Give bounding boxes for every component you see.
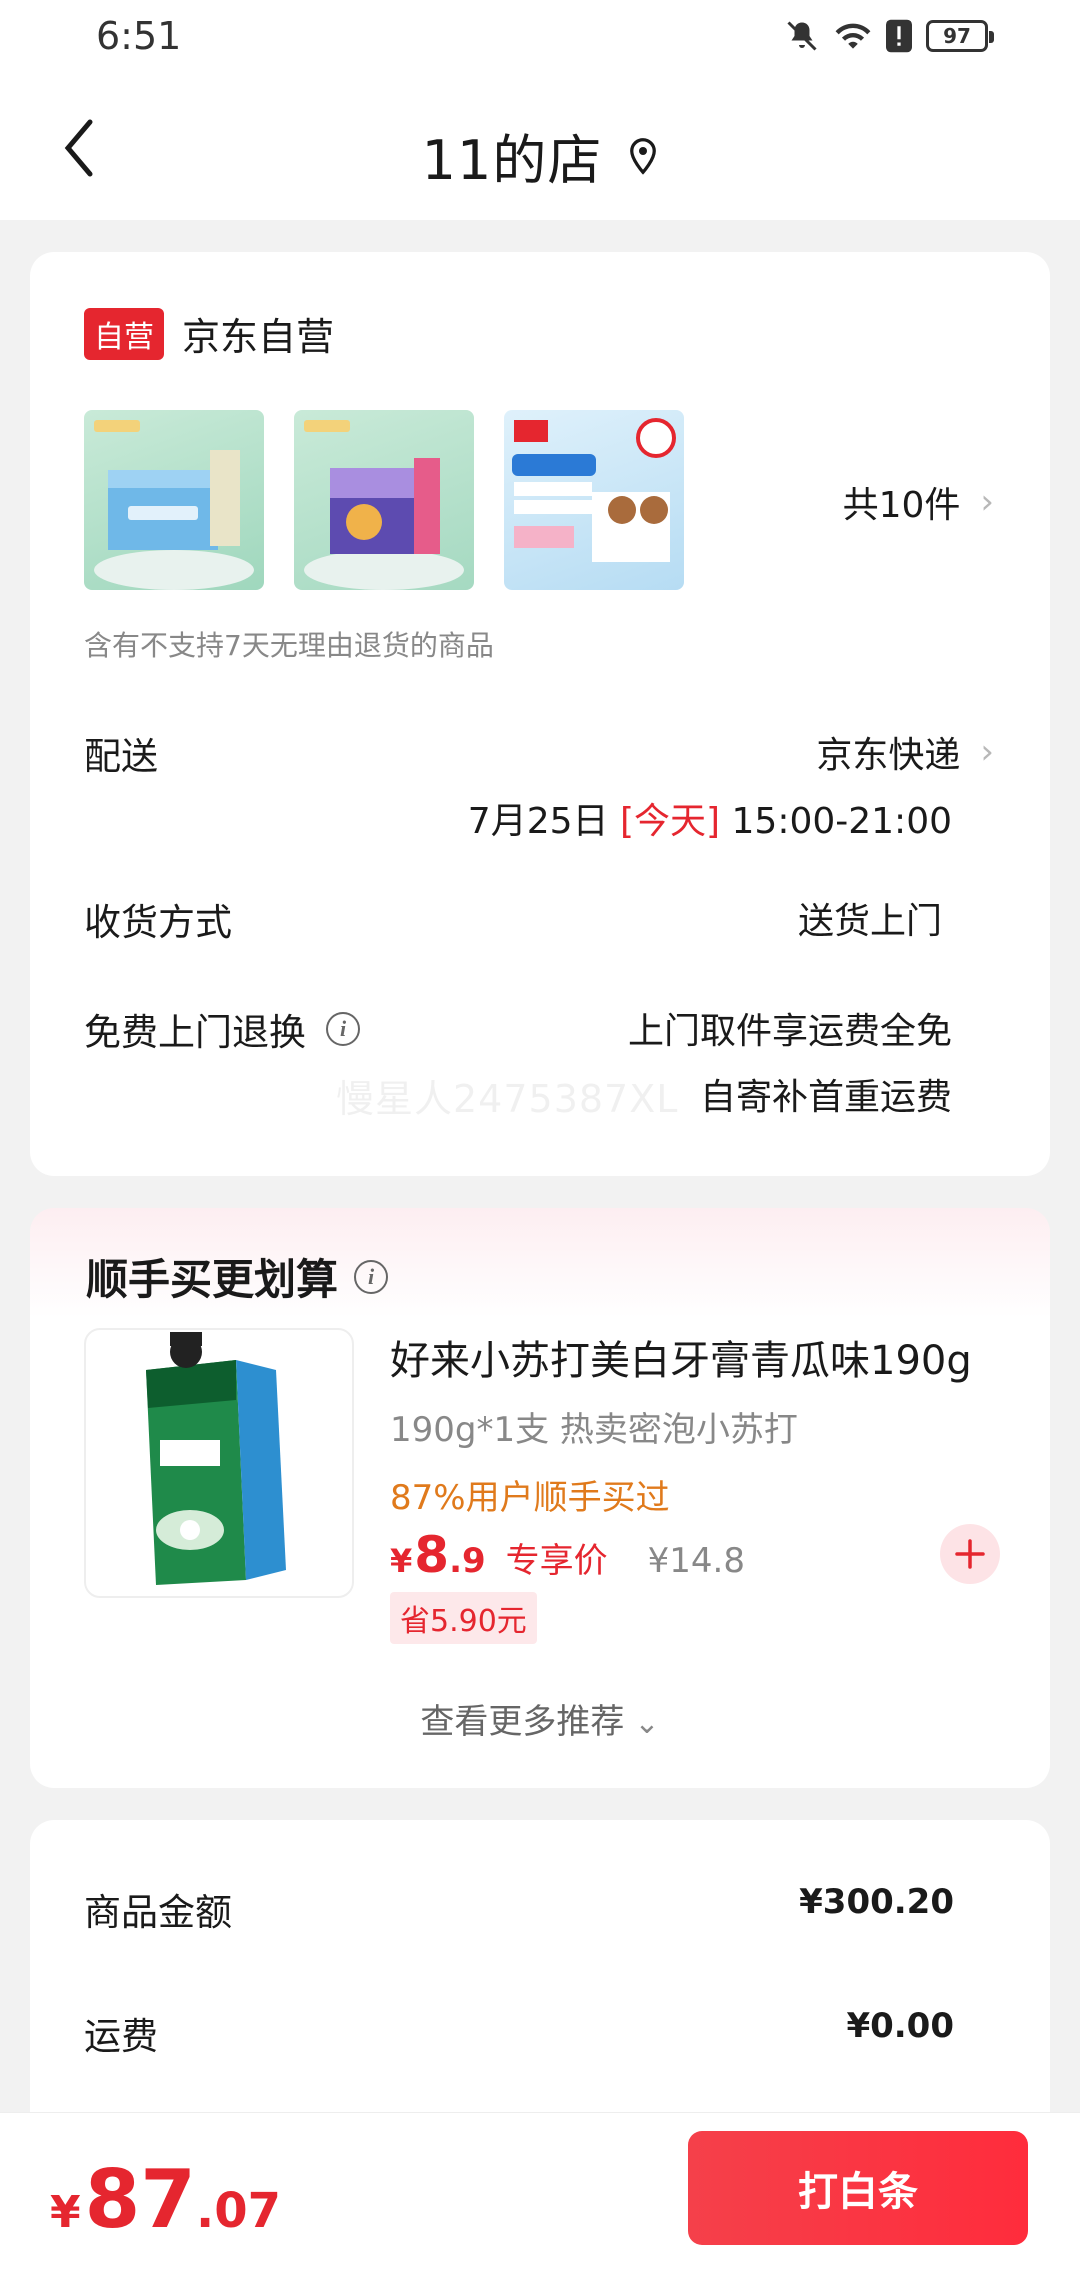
free-return-label: 免费上门退换 <box>84 1011 306 1054</box>
return-policy-note: 含有不支持7天无理由退货的商品 <box>84 629 494 662</box>
store-name: 京东自营 <box>182 315 335 359</box>
recommend-title: 顺手买更划算 <box>86 1255 339 1304</box>
store-header: 自营 京东自营 <box>84 306 334 361</box>
shipping-value: ¥0.00 <box>846 2006 954 2046</box>
receive-method-value: 送货上门 <box>797 901 942 942</box>
free-return-line2: 自寄补首重运费 <box>699 1077 952 1118</box>
total-decimal: .07 <box>195 2183 281 2239</box>
price-integer: 8 <box>414 1526 450 1584</box>
product-thumb-icecream-promo[interactable] <box>504 410 684 590</box>
receive-method-row[interactable]: 收货方式 送货上门 <box>84 892 994 946</box>
add-to-cart-button[interactable] <box>940 1524 1000 1584</box>
alert-icon <box>886 19 912 53</box>
delivery-time: 7月25日 [今天] 15:00-21:00 <box>468 792 952 844</box>
watermark: 慢星人2475387XL <box>336 1077 679 1121</box>
goods-amount-value: ¥300.20 <box>799 1882 954 1922</box>
nav-bar: 11的店 <box>0 76 1080 220</box>
item-count: 共10件 <box>842 485 961 526</box>
product-thumb-icecream-box[interactable] <box>294 410 474 590</box>
total-symbol: ¥ <box>50 2187 81 2238</box>
shipping-row: 运费 ¥0.00 <box>84 2006 954 2060</box>
delivery-date: 7月25日 <box>467 801 609 842</box>
recommend-header: 顺手买更划算 i <box>86 1246 389 1307</box>
checkout-bar: ¥ 87 .07 打白条 <box>0 2112 1080 2280</box>
product-thumb-milk[interactable] <box>84 410 264 590</box>
plus-icon <box>955 1539 985 1569</box>
chevron-right-icon: › <box>980 482 994 522</box>
delivery-row[interactable]: 配送 京东快递 › 7月25日 [今天] 15:00-21:00 <box>84 726 994 844</box>
status-bar: 6:51 97 <box>0 0 1080 76</box>
wifi-icon <box>835 23 871 49</box>
info-icon[interactable]: i <box>354 1259 389 1294</box>
product-name[interactable]: 好来小苏打美白牙膏青瓜味190g <box>390 1328 972 1386</box>
price-decimal: .9 <box>449 1541 486 1581</box>
status-time: 6:51 <box>96 14 182 58</box>
price-row: ¥ 8 .9 专享价 ¥14.8 <box>390 1526 745 1584</box>
product-social-proof: 87%用户顺手买过 <box>390 1478 670 1518</box>
chevron-right-icon: › <box>980 732 994 772</box>
mute-bell-icon <box>787 21 817 51</box>
chevron-down-icon: ⌄ <box>634 1706 660 1741</box>
shipping-label: 运费 <box>84 2015 158 2058</box>
savings-badge: 省5.90元 <box>390 1592 537 1644</box>
battery-icon: 97 <box>926 20 994 52</box>
receive-method-label: 收货方式 <box>84 901 232 944</box>
free-return-label-wrap: 免费上门退换 i <box>84 1002 360 1056</box>
delivery-info: 京东快递 › 7月25日 [今天] 15:00-21:00 <box>468 726 994 844</box>
total-integer: 87 <box>84 2153 196 2246</box>
original-price: ¥14.8 <box>647 1541 745 1581</box>
exclusive-price-tag: 专享价 <box>505 1541 608 1581</box>
location-pin-icon[interactable] <box>628 137 658 175</box>
item-count-link[interactable]: 共10件 › <box>843 476 994 528</box>
delivery-label: 配送 <box>84 735 158 778</box>
delivery-today: [今天] <box>619 801 721 842</box>
delivery-window: 15:00-21:00 <box>731 801 952 842</box>
pay-button[interactable]: 打白条 <box>688 2131 1028 2245</box>
store-card: 自营 京东自营 共10件 › 含有不支持7天无理由退货的商品 配送 京东快递 ›… <box>30 252 1050 1176</box>
free-return-line1: 上门取件享运费全免 <box>627 1011 952 1052</box>
more-recommend-link[interactable]: 查看更多推荐 ⌄ <box>30 1694 1050 1743</box>
goods-amount-row: 商品金额 ¥300.20 <box>84 1882 954 1936</box>
page-title: 11的店 <box>0 116 1080 195</box>
store-title: 11的店 <box>421 129 603 192</box>
total-price: ¥ 87 .07 <box>50 2153 281 2246</box>
more-recommend-label: 查看更多推荐 <box>420 1702 625 1742</box>
delivery-carrier: 京东快递 <box>816 735 961 776</box>
price-symbol: ¥ <box>390 1542 413 1580</box>
status-icons: 97 <box>784 18 994 54</box>
product-image[interactable] <box>84 1328 354 1598</box>
info-icon[interactable]: i <box>326 1012 360 1046</box>
delivery-carrier-line: 京东快递 › <box>816 726 994 778</box>
product-thumbnails[interactable] <box>84 410 684 590</box>
goods-amount-label: 商品金额 <box>84 1891 232 1934</box>
recommend-card: 顺手买更划算 i 好来小苏打美白牙膏青瓜味190g 190g*1支 热卖密泡小苏… <box>30 1208 1050 1788</box>
self-operated-badge: 自营 <box>84 307 164 360</box>
product-spec: 190g*1支 热卖密泡小苏打 <box>390 1410 798 1450</box>
